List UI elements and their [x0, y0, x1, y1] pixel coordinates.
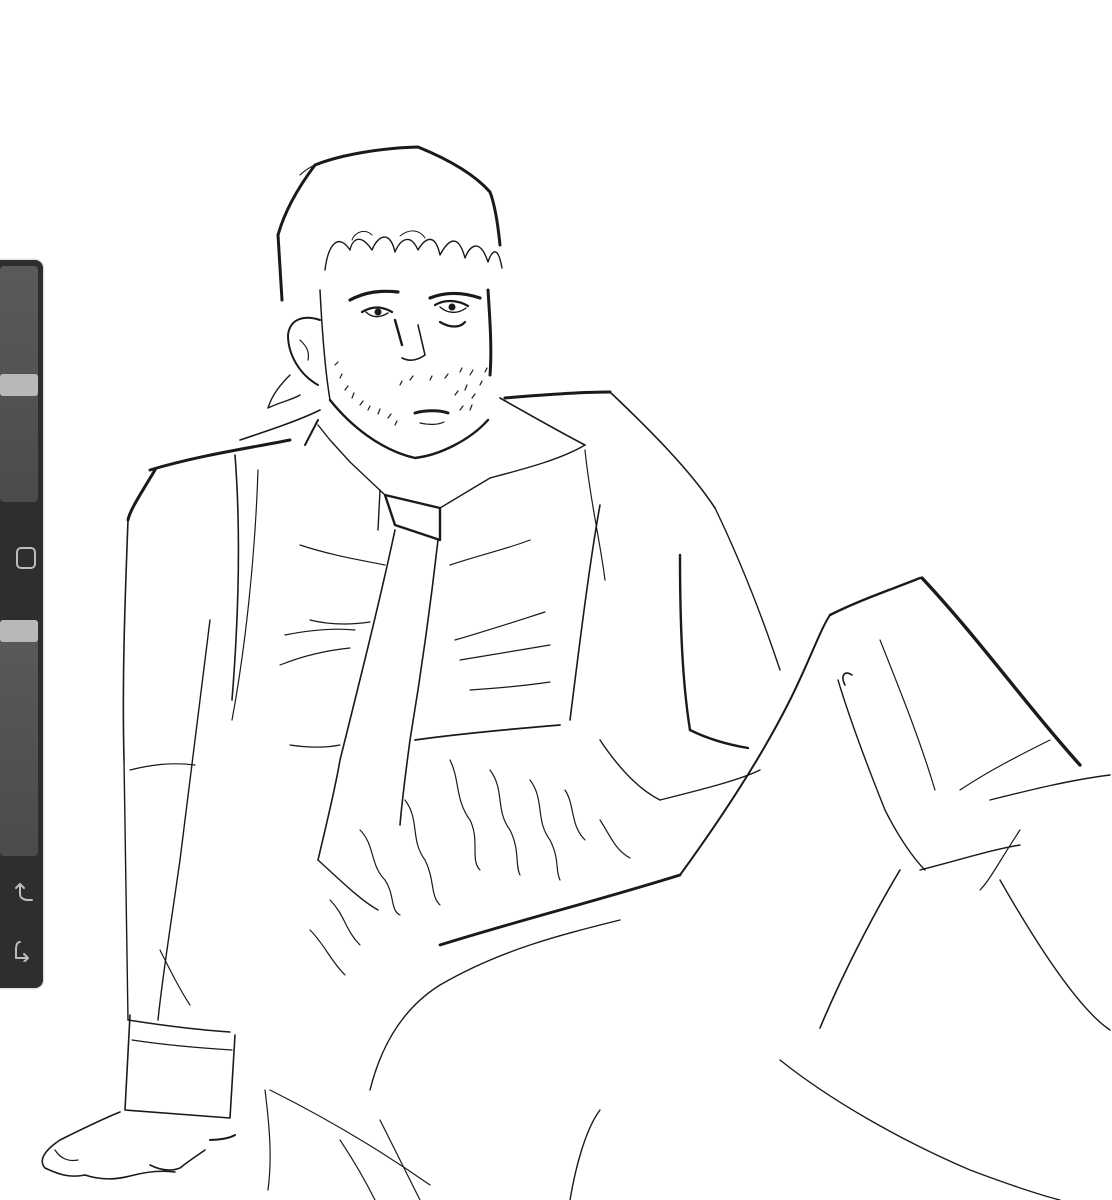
- undo-arrow-icon: [15, 883, 33, 901]
- side-toolbar: [0, 260, 43, 988]
- sketch-artwork: [41, 145, 1111, 1200]
- brush-opacity-slider-thumb[interactable]: [0, 620, 38, 642]
- redo-arrow-icon: [15, 941, 29, 962]
- drawing-canvas[interactable]: [0, 0, 1112, 1200]
- square-icon: [16, 547, 36, 569]
- redo-button[interactable]: [0, 932, 38, 968]
- brush-opacity-slider[interactable]: [0, 620, 38, 856]
- modify-button[interactable]: [0, 542, 38, 578]
- brush-size-slider-thumb[interactable]: [0, 374, 38, 396]
- undo-button[interactable]: [0, 874, 38, 910]
